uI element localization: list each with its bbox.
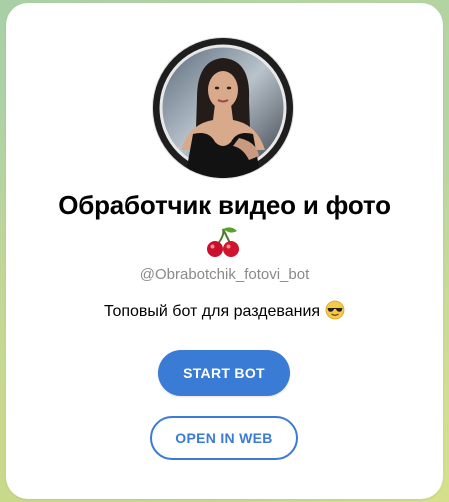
open-in-web-button[interactable]: OPEN IN WEB xyxy=(150,416,298,460)
bot-name: Обработчик видео и фото xyxy=(58,190,391,220)
start-bot-button[interactable]: START BOT xyxy=(158,350,290,396)
smiling-face-with-sunglasses-icon xyxy=(325,300,345,320)
bot-username: @Obrabotchik_fotovi_bot xyxy=(139,266,310,283)
cherries-icon xyxy=(203,225,243,259)
bot-description-text: Топовый бот для раздевания xyxy=(103,303,321,320)
bot-description: Топовый бот для раздевания xyxy=(0,300,449,321)
bot-avatar xyxy=(153,38,293,178)
